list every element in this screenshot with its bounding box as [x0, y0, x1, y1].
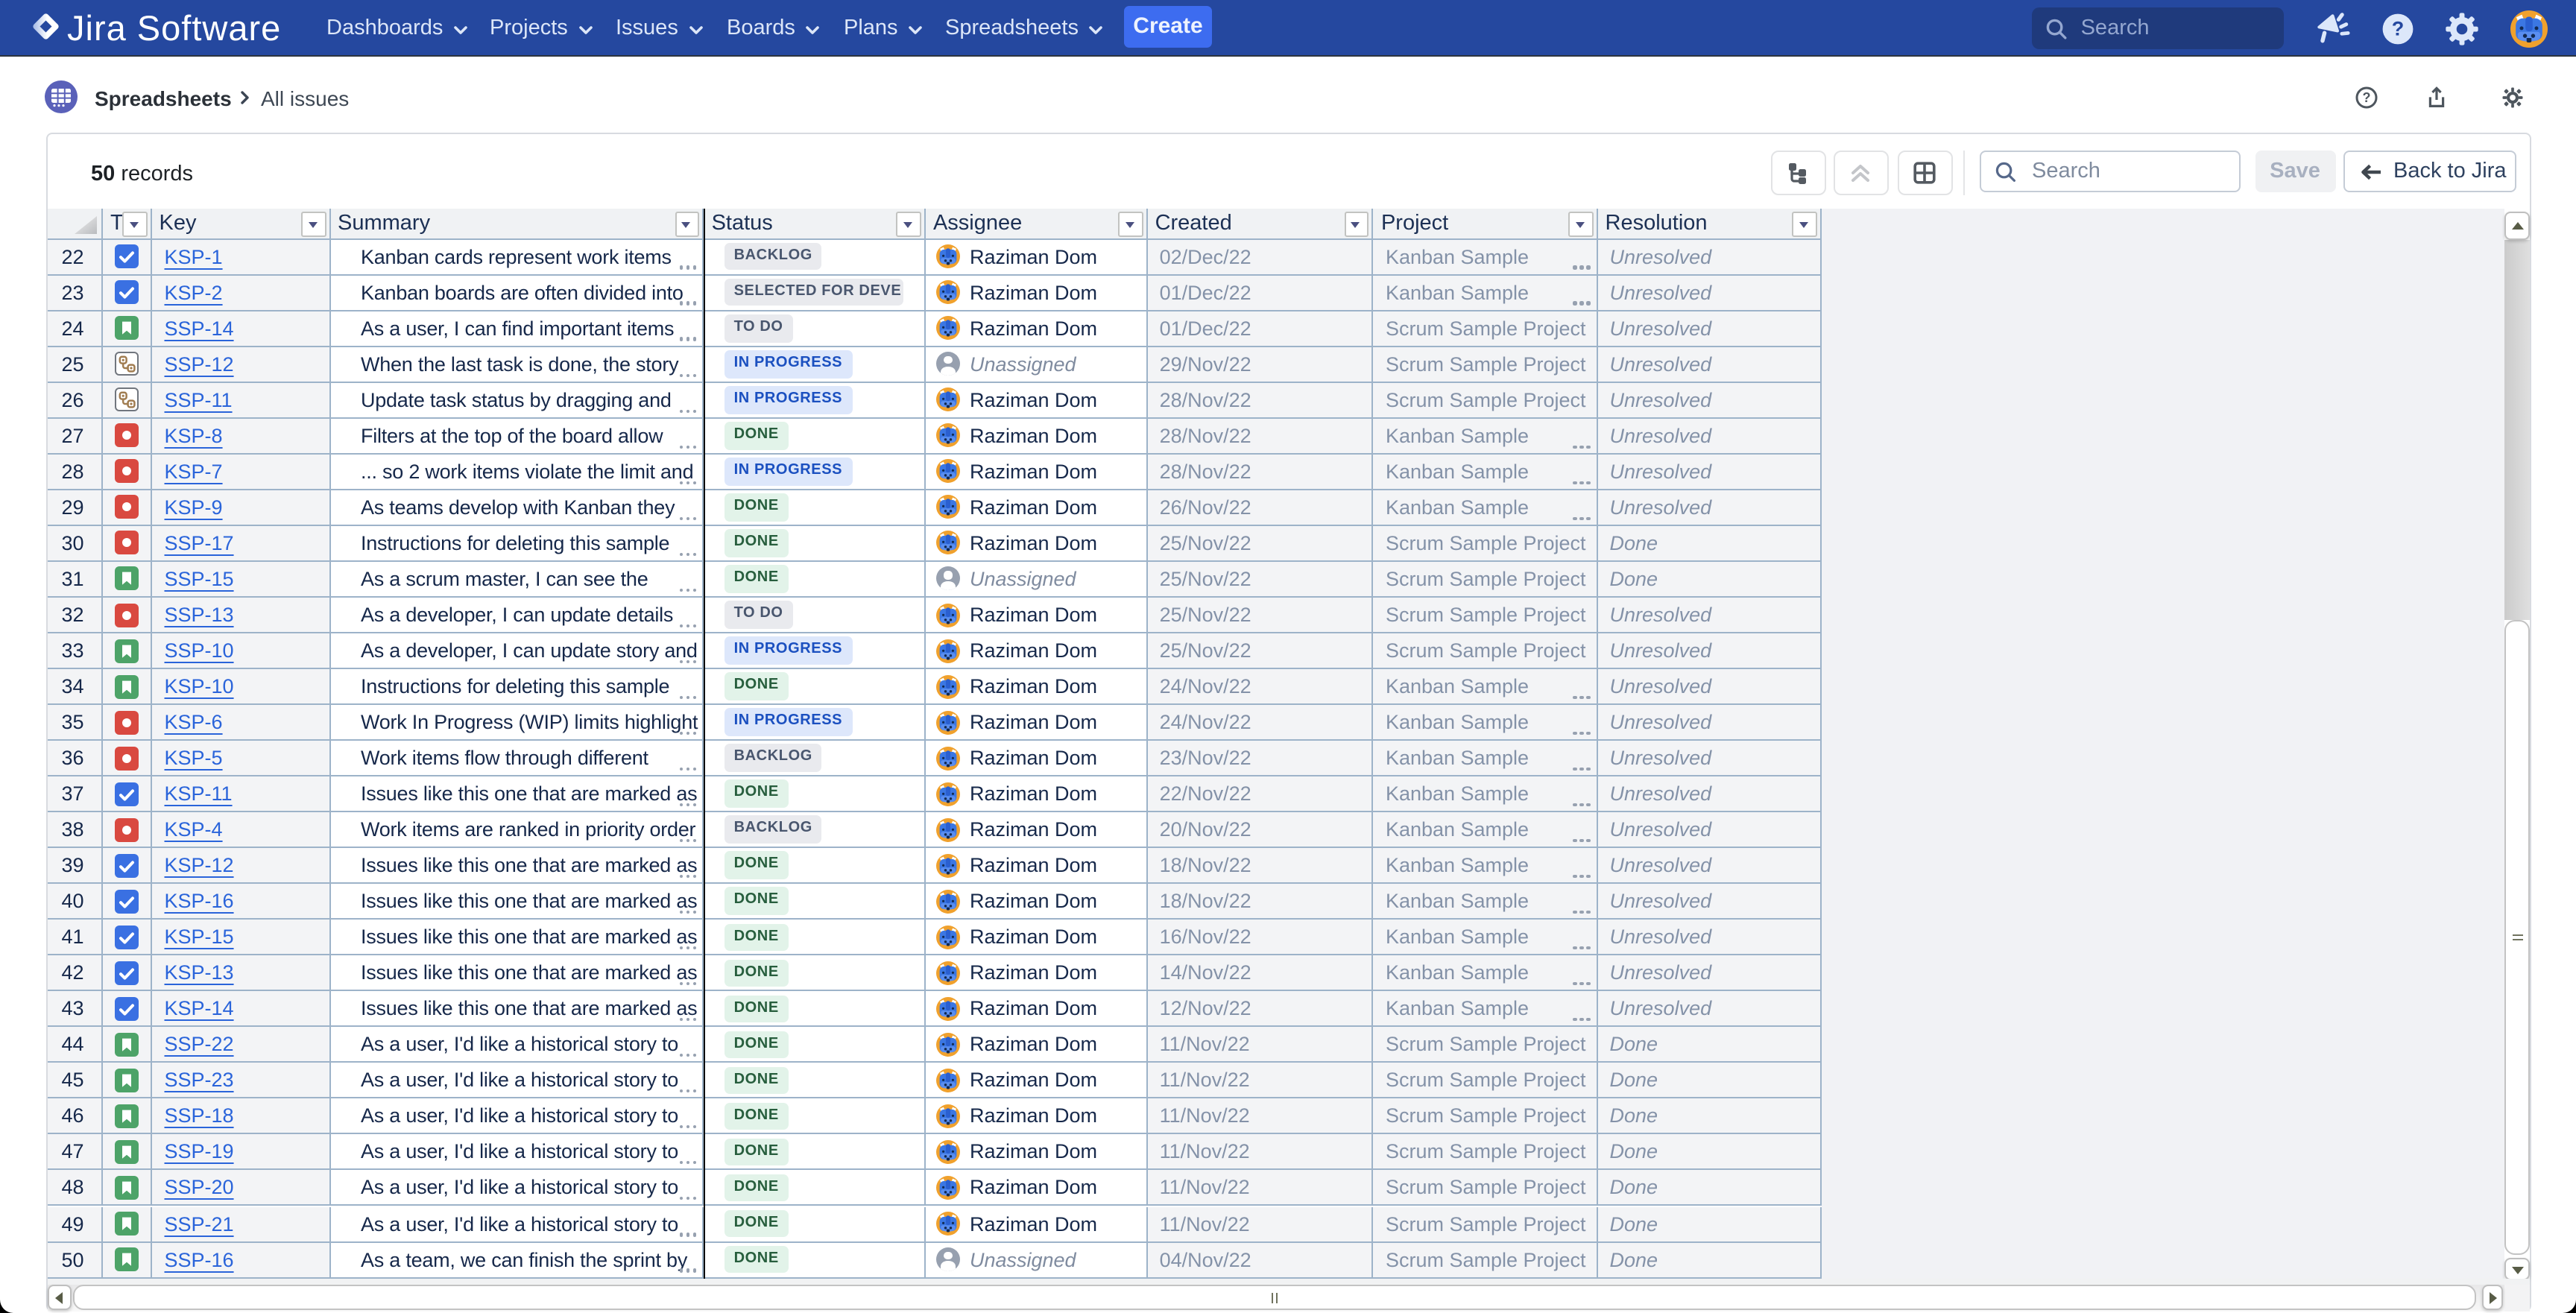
svg-text:?: ?	[2363, 89, 2371, 104]
svg-text:?: ?	[2391, 18, 2404, 40]
